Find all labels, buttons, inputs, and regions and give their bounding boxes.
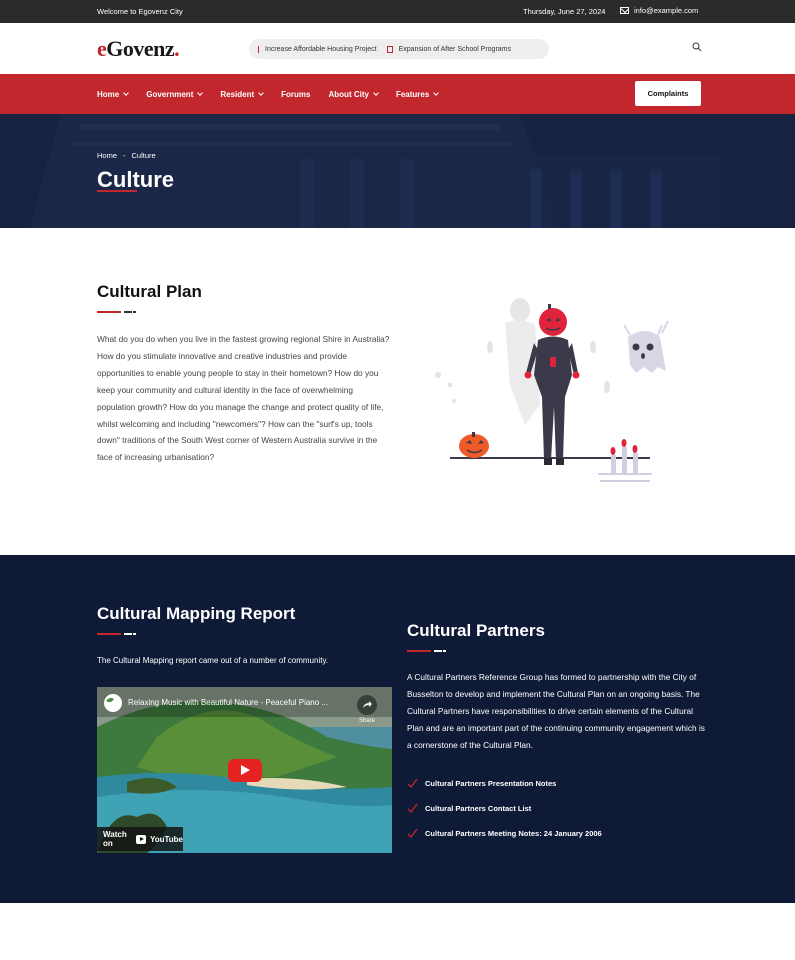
- share-label[interactable]: Share: [359, 718, 375, 724]
- search-icon[interactable]: [692, 42, 702, 52]
- page-hero: Home - Culture Culture: [0, 114, 795, 228]
- checkmark-icon: [407, 828, 418, 838]
- complaints-button[interactable]: Complaints: [635, 81, 701, 106]
- welcome-text: Welcome to Egovenz City: [97, 7, 183, 16]
- link-contact-list[interactable]: Cultural Partners Contact List: [407, 796, 602, 821]
- cultural-plan-text: What do you do when you live in the fast…: [97, 334, 390, 463]
- ticker-item-after-school[interactable]: Expansion of After School Programs: [399, 46, 511, 53]
- document-icon: [386, 45, 393, 53]
- contact-email-link[interactable]: info@example.com: [620, 6, 698, 15]
- cultural-mapping-text: The Cultural Mapping report came out of …: [97, 656, 329, 665]
- top-bar: Welcome to Egovenz City Thursday, June 2…: [0, 0, 795, 23]
- heading-divider-dot: [133, 633, 136, 635]
- partners-links-list: Cultural Partners Presentation Notes Cul…: [407, 771, 602, 846]
- heading-divider: [97, 311, 121, 313]
- halloween-illustration: [435, 298, 669, 482]
- youtube-logo-icon: [136, 834, 146, 844]
- video-player[interactable]: Relaxing Music with Beautiful Nature - P…: [97, 687, 392, 853]
- heading-divider-dash: [124, 311, 132, 313]
- breadcrumb-separator: -: [123, 151, 126, 160]
- site-header: eGovenz. Increase Affordable Housing Pro…: [0, 23, 795, 74]
- nav-resident[interactable]: Resident: [220, 89, 264, 99]
- heading-divider-dot: [133, 311, 136, 313]
- breadcrumb: Home - Culture: [97, 151, 156, 160]
- breadcrumb-current: Culture: [131, 151, 156, 160]
- heading-divider-dash: [434, 650, 442, 652]
- watch-on-youtube-button[interactable]: Watch on YouTube: [97, 827, 183, 851]
- title-underline: [97, 190, 137, 192]
- cultural-plan-heading: Cultural Plan: [97, 282, 202, 301]
- link-meeting-notes[interactable]: Cultural Partners Meeting Notes: 24 Janu…: [407, 821, 602, 846]
- cultural-mapping-heading: Cultural Mapping Report: [97, 604, 296, 623]
- play-button[interactable]: [228, 759, 262, 782]
- heading-divider: [407, 650, 431, 652]
- youtube-label: YouTube: [149, 834, 183, 844]
- news-ticker: Increase Affordable Housing Project Expa…: [249, 39, 549, 59]
- heading-divider-dot: [443, 650, 446, 652]
- ticker-marker-icon: [258, 45, 259, 53]
- share-icon[interactable]: [357, 695, 377, 715]
- nav-features[interactable]: Features: [396, 89, 440, 99]
- envelope-icon: [620, 7, 629, 14]
- chevron-down-icon: [197, 89, 204, 96]
- nav-government[interactable]: Government: [146, 89, 204, 99]
- nav-forums[interactable]: Forums: [281, 90, 310, 99]
- heading-divider: [97, 633, 121, 635]
- cultural-partners-heading: Cultural Partners: [407, 621, 545, 640]
- breadcrumb-home[interactable]: Home: [97, 151, 117, 160]
- site-logo[interactable]: eGovenz.: [97, 36, 180, 62]
- video-title[interactable]: Relaxing Music with Beautiful Nature - P…: [128, 698, 328, 707]
- nav-about-city[interactable]: About City: [329, 89, 379, 99]
- current-date: Thursday, June 27, 2024: [523, 7, 606, 16]
- chevron-down-icon: [373, 89, 379, 96]
- main-navigation: Home Government Resident Forums About Ci…: [0, 74, 795, 114]
- chevron-down-icon: [123, 89, 130, 96]
- channel-avatar[interactable]: [104, 694, 122, 712]
- cultural-partners-text: A Cultural Partners Reference Group has …: [407, 672, 705, 750]
- contact-email[interactable]: info@example.com: [634, 6, 698, 15]
- checkmark-icon: [407, 778, 418, 788]
- nav-home[interactable]: Home: [97, 89, 130, 99]
- ticker-item-housing[interactable]: Increase Affordable Housing Project: [265, 46, 377, 53]
- chevron-down-icon: [258, 89, 264, 96]
- link-presentation-notes[interactable]: Cultural Partners Presentation Notes: [407, 771, 602, 796]
- heading-divider-dash: [124, 633, 132, 635]
- chevron-down-icon: [433, 89, 440, 96]
- watch-on-label: Watch on: [103, 830, 127, 848]
- checkmark-icon: [407, 803, 418, 813]
